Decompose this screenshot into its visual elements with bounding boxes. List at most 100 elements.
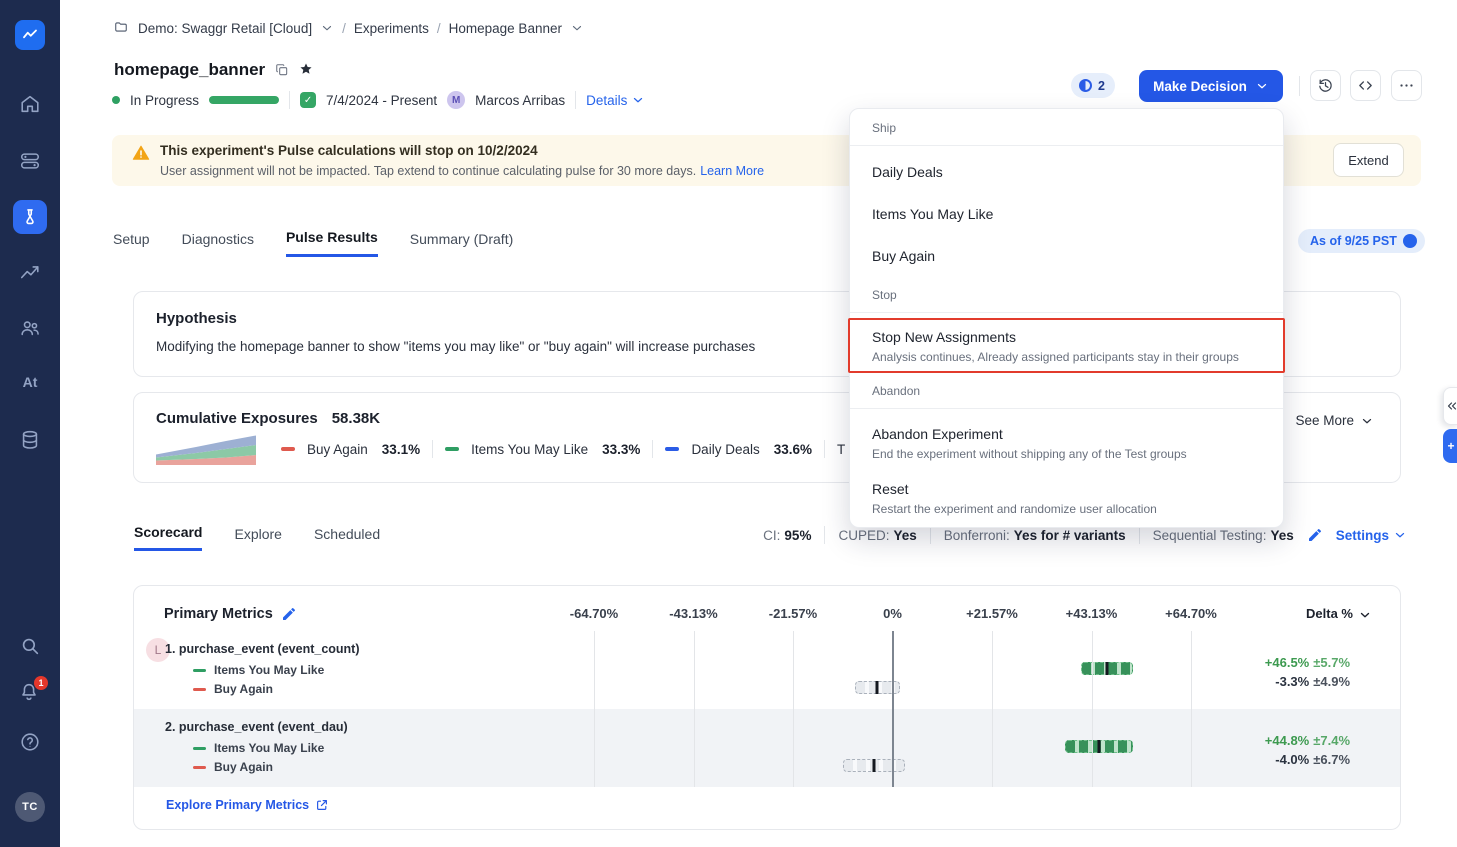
axis-tick: -64.70% xyxy=(569,606,619,621)
expand-side-panel-button[interactable] xyxy=(1443,387,1457,425)
gridline xyxy=(1191,709,1192,787)
gridline xyxy=(594,631,595,709)
menu-item-buy-again[interactable]: Buy Again xyxy=(850,246,1283,266)
typography-icon[interactable]: At xyxy=(19,374,41,396)
chevron-down-icon xyxy=(1358,608,1370,620)
chevron-down-icon[interactable] xyxy=(320,21,334,35)
confidence-interval-bar[interactable] xyxy=(1065,740,1134,753)
chevron-down-icon xyxy=(1393,528,1407,542)
delta-axis: -64.70% -43.13% -21.57% 0% +21.57% +43.1… xyxy=(570,606,1217,622)
status-row: In Progress ✓ 7/4/2024 - Present M Marco… xyxy=(112,91,645,109)
menu-item-daily-deals[interactable]: Daily Deals xyxy=(850,162,1283,182)
code-button[interactable] xyxy=(1350,70,1381,101)
menu-item-stop-new-assignments[interactable]: Stop New Assignments Analysis continues,… xyxy=(850,327,1283,366)
exposures-sparkline xyxy=(156,435,256,465)
user-avatar[interactable]: TC xyxy=(15,792,45,822)
series-legend: Items You May Like xyxy=(193,741,324,755)
owner-name[interactable]: Marcos Arribas xyxy=(475,93,565,108)
double-chevron-left-icon xyxy=(1447,402,1456,410)
external-link-icon xyxy=(317,800,328,810)
menu-item-reset[interactable]: Reset Restart the experiment and randomi… xyxy=(850,479,1283,518)
axis-tick: +64.70% xyxy=(1165,606,1217,621)
hypothesis-title: Hypothesis xyxy=(156,310,237,327)
plus-icon: + xyxy=(1447,439,1455,453)
statsig-logo[interactable] xyxy=(15,20,45,50)
series-legend: Buy Again xyxy=(193,760,273,774)
copy-icon[interactable] xyxy=(275,63,289,77)
experiments-icon-active[interactable] xyxy=(13,200,47,234)
menu-item-abandon-experiment[interactable]: Abandon Experiment End the experiment wi… xyxy=(850,424,1283,463)
star-icon[interactable] xyxy=(299,62,315,78)
owner-avatar[interactable]: M xyxy=(447,91,466,109)
settings-link[interactable]: Settings xyxy=(1336,528,1407,543)
metric-name[interactable]: 2. purchase_event (event_dau) xyxy=(165,720,348,734)
title-row: homepage_banner xyxy=(114,60,315,80)
scorecard-settings: CI: 95% CUPED: Yes Bonferroni: Yes for # va… xyxy=(763,526,1407,544)
breadcrumb-project[interactable]: Demo: Swaggr Retail [Cloud] xyxy=(138,21,312,36)
series-dash-green xyxy=(193,668,206,672)
menu-item-items-you-may-like[interactable]: Items You May Like xyxy=(850,204,1283,224)
see-more-link[interactable]: See More xyxy=(1295,413,1374,428)
extend-button[interactable]: Extend xyxy=(1333,143,1404,177)
metrics-icon[interactable] xyxy=(19,261,41,283)
series-dash-red xyxy=(193,765,206,769)
edit-settings-icon[interactable] xyxy=(1307,527,1323,543)
point-estimate-tick xyxy=(1097,740,1101,753)
notification-badge: 1 xyxy=(34,676,48,690)
database-icon[interactable] xyxy=(19,429,41,451)
confidence-interval-bar[interactable] xyxy=(1080,662,1134,675)
chevron-down-icon xyxy=(631,93,645,107)
chevron-down-icon xyxy=(1360,414,1374,428)
tab-explore[interactable]: Explore xyxy=(234,526,281,550)
make-decision-dropdown: Ship Daily Deals Items You May Like Buy … xyxy=(848,108,1285,528)
edit-metrics-icon[interactable] xyxy=(281,606,297,622)
gridline xyxy=(1191,631,1192,709)
gridline xyxy=(1091,709,1093,787)
tab-diagnostics[interactable]: Diagnostics xyxy=(182,231,254,256)
make-decision-button[interactable]: Make Decision xyxy=(1139,70,1283,102)
metric-name[interactable]: 1. purchase_event (event_count) xyxy=(165,642,360,656)
notifications-icon[interactable]: 1 xyxy=(18,676,48,705)
info-icon: i xyxy=(1402,234,1417,248)
tab-setup[interactable]: Setup xyxy=(113,231,150,256)
as-of-badge[interactable]: As of 9/25 PST i xyxy=(1298,229,1425,253)
help-icon[interactable] xyxy=(19,731,41,753)
search-icon[interactable] xyxy=(19,635,41,657)
tab-pulse-results[interactable]: Pulse Results xyxy=(285,229,378,257)
warning-icon xyxy=(132,145,150,160)
tab-summary-draft[interactable]: Summary (Draft) xyxy=(410,231,513,256)
menu-section-stop: Stop xyxy=(872,288,897,302)
tab-scheduled[interactable]: Scheduled xyxy=(314,526,380,550)
gridline xyxy=(793,709,794,787)
explore-primary-metrics-link[interactable]: Explore Primary Metrics xyxy=(166,798,329,812)
confidence-interval-bar[interactable] xyxy=(843,759,905,772)
point-estimate-tick xyxy=(872,759,876,772)
setting-label: CI: xyxy=(763,527,781,543)
breadcrumb-experiments[interactable]: Experiments xyxy=(354,21,429,36)
gridline xyxy=(891,709,894,787)
forest-plot xyxy=(594,631,1192,709)
home-icon[interactable] xyxy=(19,93,41,115)
gridline xyxy=(1091,631,1093,709)
axis-tick: -21.57% xyxy=(768,606,818,621)
breadcrumb-separator: / xyxy=(342,20,346,36)
date-range: 7/4/2024 - Present xyxy=(326,92,438,108)
pending-decisions-badge[interactable]: 2 xyxy=(1071,73,1115,98)
learn-more-link[interactable]: Learn More xyxy=(700,164,764,178)
tab-scorecard[interactable]: Scorecard xyxy=(134,524,203,551)
progress-bar xyxy=(209,96,280,104)
delta-column-header[interactable]: Delta % xyxy=(1306,606,1370,621)
metric-row-2: 2. purchase_event (event_dau) Items You … xyxy=(134,709,1400,787)
more-options-button[interactable] xyxy=(1391,70,1422,101)
primary-metrics-title: Primary Metrics xyxy=(164,606,297,622)
breadcrumb-page[interactable]: Homepage Banner xyxy=(449,21,562,36)
users-icon[interactable] xyxy=(19,317,41,339)
sidebar: At 1 TC xyxy=(0,0,60,847)
gates-icon[interactable] xyxy=(19,150,41,172)
side-panel-action-button[interactable]: + xyxy=(1443,429,1457,463)
history-button[interactable] xyxy=(1310,70,1341,101)
chevron-down-icon[interactable] xyxy=(570,21,584,35)
breadcrumb-separator: / xyxy=(436,20,441,36)
details-link[interactable]: Details xyxy=(586,93,645,108)
delta-values: +46.5% ±5.7% -3.3% ±4.9% xyxy=(1264,655,1350,689)
